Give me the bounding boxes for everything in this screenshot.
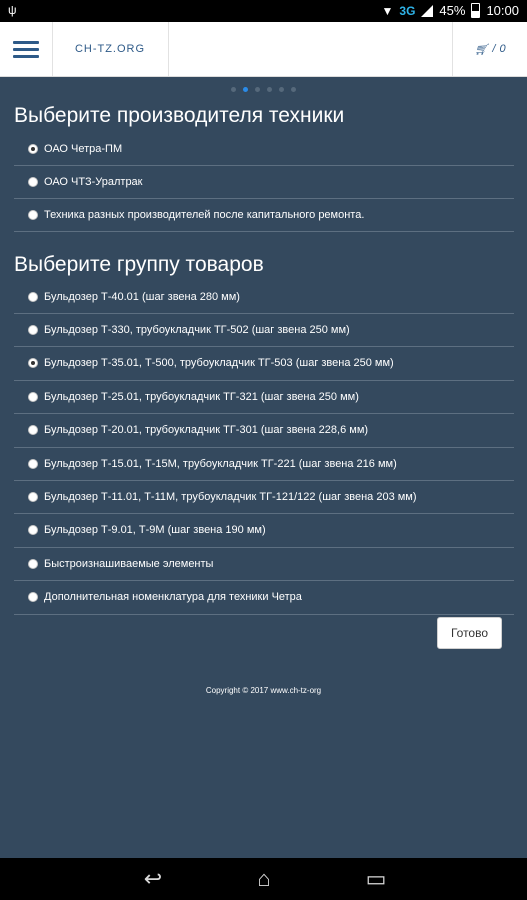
manufacturer-heading: Выберите производителя техники [14,104,345,127]
cart-button[interactable]: 🛒︎ / 0 [452,22,527,76]
radio-option-label: Бульдозер Т-35.01, Т-500, трубоукладчик … [44,357,394,370]
radio-option-label: Бульдозер Т-330, трубоукладчик ТГ-502 (ш… [44,323,350,336]
radio-option-label: Техника разных производителей после капи… [44,208,365,221]
radio-option[interactable]: ОАО Четра-ПМ [14,132,514,166]
radio-option-label: Быстроизнашиваемые элементы [44,557,214,570]
radio-option-label: Бульдозер Т-9.01, Т-9М (шаг звена 190 мм… [44,524,266,537]
recent-apps-icon[interactable]: ▭ [361,868,391,890]
cart-icon: 🛒︎ [474,43,489,56]
radio-button[interactable] [28,458,38,469]
radio-button[interactable] [28,324,38,335]
radio-option-label: ОАО ЧТЗ-Уралтрак [44,175,143,188]
signal-icon [421,4,434,17]
radio-option[interactable]: Быстроизнашиваемые элементы [14,547,514,582]
battery-icon [471,3,481,18]
radio-option[interactable]: Техника разных производителей после капи… [14,198,514,232]
radio-option-label: Бульдозер Т-20.01, трубоукладчик ТГ-301 … [44,424,369,437]
radio-option-label: ОАО Четра-ПМ [44,142,123,155]
radio-option[interactable]: Бульдозер Т-9.01, Т-9М (шаг звена 190 мм… [14,514,514,548]
radio-option[interactable]: Бульдозер Т-11.01, Т-11М, трубоукладчик … [14,480,514,515]
android-nav-bar: ↩ ⌂ ▭ [0,858,527,900]
clock: 10:00 [486,3,519,18]
carousel-dot[interactable] [267,87,272,92]
radio-button[interactable] [28,291,38,302]
radio-button[interactable] [28,425,38,436]
wifi-icon: ▼ [381,3,394,18]
battery-percent: 45% [439,3,466,18]
radio-button[interactable] [28,358,38,369]
radio-option[interactable]: Бульдозер Т-15.01, Т-15М, трубоукладчик … [14,447,514,481]
radio-option-label: Бульдозер Т-11.01, Т-11М, трубоукладчик … [44,490,417,503]
carousel-dot[interactable] [291,87,296,92]
carousel-dot[interactable] [255,87,260,92]
radio-button[interactable] [28,491,38,502]
radio-button[interactable] [28,558,38,569]
main-content: Выберите производителя техники ОАО Четра… [0,77,527,858]
status-right: ▼ 3G 45% 10:00 [382,3,519,18]
app-bar: CH-TZ.ORG 🛒︎ / 0 [0,22,527,77]
cart-count: 0 [499,43,506,55]
home-icon[interactable]: ⌂ [249,868,279,890]
radio-button[interactable] [28,176,38,187]
radio-button[interactable] [28,143,38,154]
status-bar: ψ ▼ 3G 45% 10:00 [0,0,527,22]
product-group-heading: Выберите группу товаров [14,253,264,276]
carousel-dot[interactable] [231,87,236,92]
radio-option[interactable]: Бульдозер Т-330, трубоукладчик ТГ-502 (ш… [14,313,514,348]
radio-option[interactable]: ОАО ЧТЗ-Уралтрак [14,165,514,199]
radio-option-label: Бульдозер Т-25.01, трубоукладчик ТГ-321 … [44,390,359,403]
radio-button[interactable] [28,592,38,603]
copyright-text: Copyright © 2017 www.ch-tz-org [205,686,322,695]
network-type: 3G [399,3,416,18]
radio-option[interactable]: Бульдозер Т-20.01, трубоукладчик ТГ-301 … [14,414,514,448]
radio-button[interactable] [28,391,38,402]
cart-separator: / [492,43,496,55]
usb-icon: ψ [8,3,17,17]
radio-option[interactable]: Дополнительная номенклатура для техники … [14,581,514,615]
brand-logo[interactable]: CH-TZ.ORG [52,22,169,76]
carousel-dot[interactable] [279,87,284,92]
radio-option-label: Бульдозер Т-15.01, Т-15М, трубоукладчик … [44,457,397,470]
menu-icon[interactable] [0,22,53,76]
carousel-dots [0,87,527,92]
radio-button[interactable] [28,525,38,536]
radio-option-label: Бульдозер Т-40.01 (шаг звена 280 мм) [44,290,240,303]
carousel-dot[interactable] [243,87,248,92]
done-button[interactable]: Готово [437,617,502,649]
radio-option[interactable]: Бульдозер Т-40.01 (шаг звена 280 мм) [14,280,514,314]
back-icon[interactable]: ↩ [138,868,168,890]
radio-button[interactable] [28,209,38,220]
radio-option-label: Дополнительная номенклатура для техники … [44,591,302,604]
radio-option[interactable]: Бульдозер Т-25.01, трубоукладчик ТГ-321 … [14,380,514,415]
radio-option[interactable]: Бульдозер Т-35.01, Т-500, трубоукладчик … [14,347,514,381]
